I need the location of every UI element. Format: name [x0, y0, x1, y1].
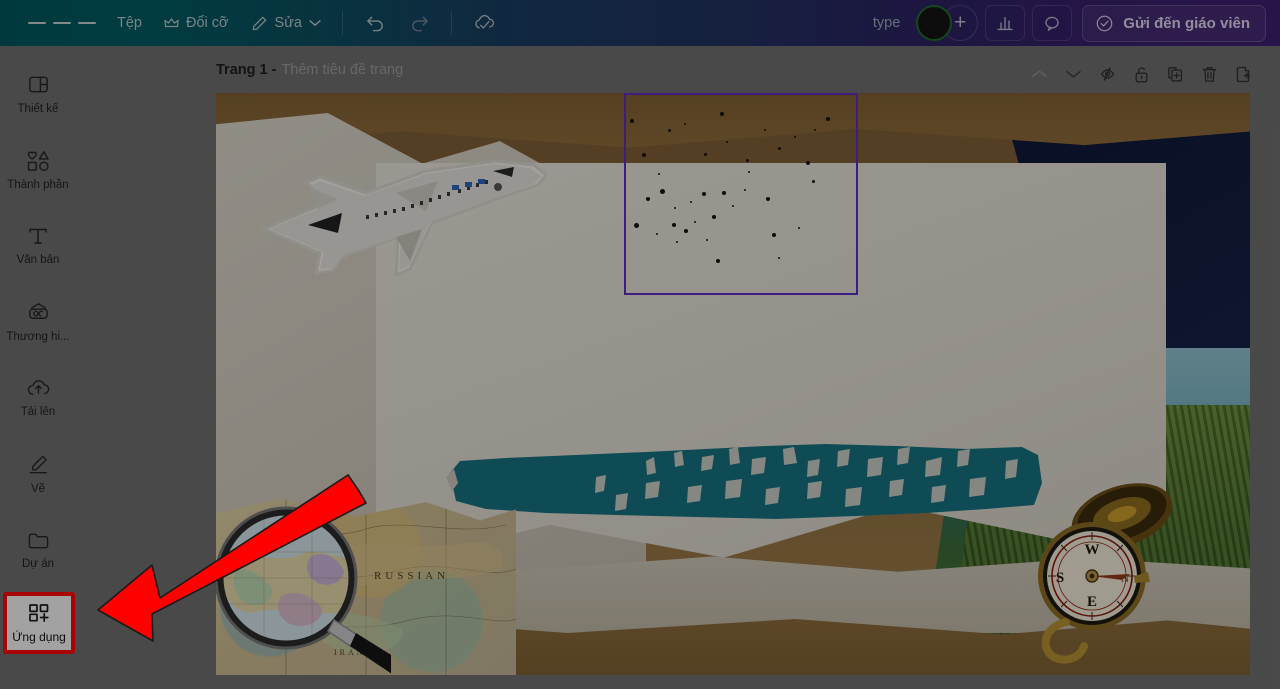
folder-icon	[27, 530, 50, 551]
svg-text:E: E	[1087, 594, 1097, 610]
lock-open-icon[interactable]	[1126, 60, 1156, 88]
text-t-icon	[27, 225, 49, 247]
sidebar-item-label: Dự án	[22, 557, 54, 570]
toolbar-divider-2	[451, 11, 452, 35]
airplane-photo-element[interactable]	[246, 141, 576, 301]
chevron-up-icon[interactable]	[1024, 60, 1054, 88]
design-canvas-page[interactable]: RUSSIAN IRAN W E S N	[216, 93, 1250, 675]
resize-button[interactable]: Đổi cỡ	[153, 8, 240, 38]
teal-brush-banner-element[interactable]	[446, 443, 1046, 523]
crown-icon	[164, 17, 179, 30]
page-number-label: Trang 1 -	[216, 62, 277, 78]
toolbar-right-group: type + Gửi đến giáo viên	[873, 0, 1280, 46]
bar-chart-icon[interactable]	[985, 5, 1026, 41]
add-member-label: +	[954, 11, 967, 34]
duplicate-icon[interactable]	[1160, 60, 1190, 88]
eye-slash-icon[interactable]	[1092, 60, 1122, 88]
upload-cloud-icon	[26, 377, 51, 399]
page-title-placeholder[interactable]: Thêm tiêu đề trang	[281, 62, 403, 78]
comment-icon[interactable]	[1032, 5, 1073, 41]
chevron-down-icon[interactable]	[1058, 60, 1088, 88]
brand-kit-icon	[26, 301, 51, 324]
sidebar-item-brand[interactable]: Thương hi...	[2, 288, 74, 356]
apps-grid-plus-icon	[27, 602, 51, 624]
account-type-label: type	[872, 15, 901, 31]
sidebar-item-label: Thành phần	[7, 178, 69, 191]
svg-text:S: S	[1056, 570, 1064, 586]
chevron-down-icon	[309, 19, 321, 27]
page-tools	[1024, 60, 1258, 88]
sidebar-item-label: Thiết kế	[17, 102, 59, 115]
brass-compass-element[interactable]: W E S N	[1030, 480, 1190, 665]
sidebar-item-label: Văn bản	[16, 254, 60, 267]
add-page-icon[interactable]	[1228, 60, 1258, 88]
sidebar-item-uploads[interactable]: Tải lên	[2, 364, 74, 432]
toolbar-left-group: Tệp Đổi cỡ Sửa	[0, 0, 506, 46]
file-menu-button[interactable]: Tệp	[106, 8, 153, 38]
magnifying-glass-element[interactable]	[216, 500, 391, 675]
canvas-workspace: Trang 1 - Thêm tiêu đề trang RUSSIAN IRA…	[76, 46, 1280, 689]
layout-panel-icon	[27, 73, 50, 96]
sidebar-item-apps[interactable]: Ứng dụng	[3, 592, 75, 654]
draw-pen-icon	[27, 453, 50, 476]
sidebar-item-label: Tải lên	[20, 406, 56, 419]
file-menu-label: Tệp	[117, 15, 142, 31]
trash-icon[interactable]	[1194, 60, 1224, 88]
sidebar-item-text[interactable]: Văn bản	[2, 212, 74, 280]
send-to-teacher-label: Gửi đến giáo viên	[1123, 14, 1250, 32]
svg-text:W: W	[1085, 542, 1100, 558]
sidebar-item-elements[interactable]: Thành phần	[2, 136, 74, 204]
sidebar-item-label: Vẽ	[30, 482, 46, 495]
editor-window: Tệp Đổi cỡ Sửa type + Gửi đến giáo viên …	[0, 0, 1280, 689]
edit-label: Sửa	[274, 15, 302, 31]
element-selection-box[interactable]	[624, 93, 858, 295]
resize-label: Đổi cỡ	[186, 15, 229, 31]
sidebar-item-label: Ứng dụng	[12, 629, 66, 644]
shapes-icon	[26, 149, 51, 172]
hamburger-icon[interactable]	[18, 10, 106, 35]
top-toolbar: Tệp Đổi cỡ Sửa type + Gửi đến giáo viên	[0, 0, 1280, 46]
send-to-teacher-button[interactable]: Gửi đến giáo viên	[1082, 4, 1266, 42]
sidebar-item-label: Thương hi...	[6, 330, 70, 343]
sidebar-item-design[interactable]: Thiết kế	[2, 60, 74, 128]
pencil-icon	[251, 15, 268, 32]
cloud-check-icon[interactable]	[465, 6, 503, 40]
undo-icon[interactable]	[356, 6, 394, 40]
page-title-row[interactable]: Trang 1 - Thêm tiêu đề trang	[216, 62, 403, 78]
sidebar-item-draw[interactable]: Vẽ	[2, 440, 74, 508]
left-sidebar: Thiết kế Thành phần Văn bản Thương hi...…	[0, 46, 76, 689]
check-circle-icon	[1095, 14, 1114, 33]
sidebar-item-projects[interactable]: Dự án	[2, 516, 74, 584]
redo-icon[interactable]	[400, 6, 438, 40]
toolbar-divider	[342, 11, 343, 35]
edit-button[interactable]: Sửa	[240, 8, 332, 39]
